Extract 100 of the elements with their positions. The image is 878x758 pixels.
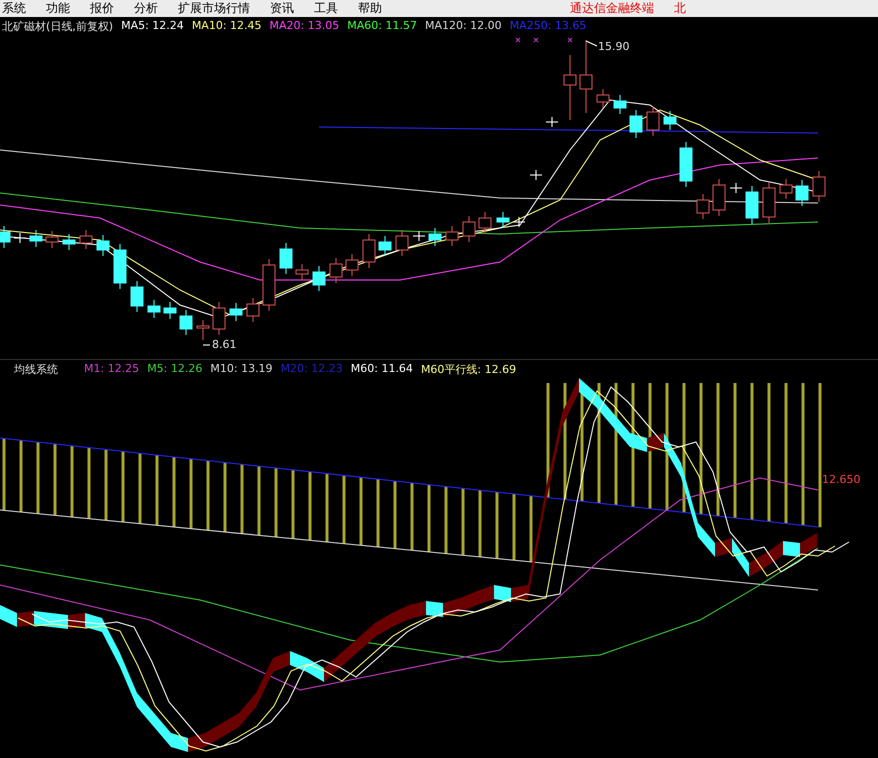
indicator-value: M60: 11.64 [350,362,413,377]
indicator-value: MA120: 12.00 [424,19,502,34]
indicator-bar [206,460,210,530]
candlestick [262,258,276,312]
candlestick [280,242,292,274]
chart-title: 北矿磁材(日线,前复权) [2,19,114,34]
indicator-value: MA60: 11.57 [347,19,417,34]
price-label: 15.90 [598,40,630,53]
indicator-bar [478,490,482,557]
candlestick [14,232,26,244]
candlestick [546,116,558,128]
candlestick [30,230,42,248]
candlestick [312,266,326,292]
value-label: 12.650 [822,473,860,486]
indicator-bar [224,462,226,532]
candlestick [0,226,10,248]
chart-title: 均线系统 [14,362,58,377]
candlestick [478,212,492,234]
indicator-bar [36,442,40,514]
candlestick [212,302,226,336]
candlestick [296,264,308,280]
indicator-value: M5: 12.26 [147,362,202,377]
indicator-bar [156,455,158,526]
candlestick [512,216,526,228]
menu-item[interactable]: 系统 [2,0,26,17]
candlestick [614,94,626,114]
indicator-bar [394,480,396,549]
indicator-value: MA250: 13.65 [510,19,586,34]
candlestick [412,230,426,242]
menu-item[interactable]: 扩展市场行情 [178,0,250,17]
candlestick [664,110,676,130]
candlestick [346,254,358,276]
candlestick [230,302,242,322]
candlestick [80,230,92,250]
candlestick [246,298,260,322]
menu-item[interactable]: 分析 [134,0,158,17]
indicator-value: M10: 13.19 [210,362,273,377]
indicator-bar [190,458,192,529]
candlestick [396,230,408,256]
candlestick [746,186,758,224]
indicator-bar [342,475,346,544]
candlestick [762,182,776,224]
indicator-bar [138,453,142,524]
menu-item[interactable]: 通达信金融终端 [570,0,654,17]
indicator-value: MA5: 12.24 [121,19,184,34]
indicator-bar [172,456,176,528]
candlestick [96,234,110,256]
candlestick [796,180,808,206]
indicator-bar [512,494,516,560]
candlestick [680,142,692,188]
indicator-bar [292,470,294,539]
candlestick [462,216,476,242]
indicator-bar [274,468,278,537]
candlestick [730,182,742,194]
indicator-value: M60平行线: 12.69 [420,362,516,377]
menu-item[interactable]: 功能 [46,0,70,17]
marker-icon [516,38,572,42]
indicator-bar [462,488,464,556]
candlestick [362,234,376,268]
menu-item[interactable]: 北 [674,0,686,17]
indicator-bar [360,477,362,546]
candlestick [130,280,144,312]
candlestick [780,178,792,200]
indicator-bar [122,451,124,522]
menu-item[interactable]: 报价 [90,0,114,17]
indicator-bar [530,496,532,562]
candlestick [646,106,660,136]
menu-item[interactable]: 帮助 [358,0,382,17]
candlestick [712,178,726,216]
indicator-bar [376,479,380,547]
indicator-bar [496,492,498,559]
candlestick [196,320,210,340]
indicator-bar [308,472,312,540]
leader-line [586,40,598,46]
candlestick [46,230,58,248]
candlestick [446,226,458,246]
candlestick [530,170,542,180]
candlestick [496,212,510,228]
candlestick [114,244,126,290]
leader-line [202,344,210,346]
indicator-bar [410,482,414,550]
indicator-bar [104,450,108,520]
menu-item[interactable]: 资讯 [270,0,294,17]
indicator-value: M1: 12.25 [84,362,140,377]
candlestick [62,234,76,250]
candlestick [164,302,176,320]
menu-item[interactable]: 工具 [314,0,338,17]
price-label: 8.61 [212,338,236,351]
candlestick [428,228,442,246]
indicator-bar [444,486,448,554]
candlestick [180,310,192,336]
candlestick [330,258,342,284]
candlestick [696,194,710,220]
candlestick [596,88,610,108]
indicator-bar [258,466,260,536]
candlestick [378,236,392,256]
indicator-value: MA20: 13.05 [270,19,340,34]
indicator-value: M20: 12.23 [280,362,343,377]
indicator-bar [54,444,56,516]
indicator-bar [326,474,328,542]
